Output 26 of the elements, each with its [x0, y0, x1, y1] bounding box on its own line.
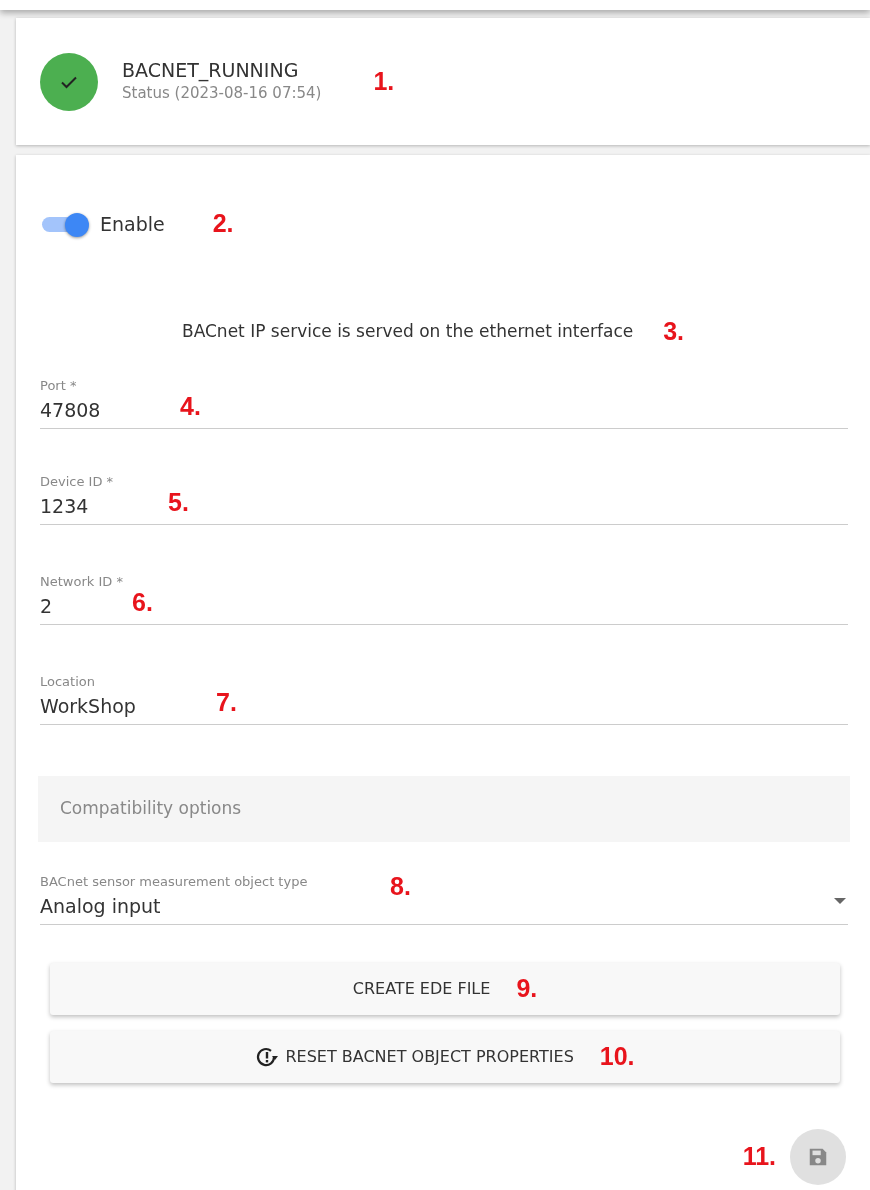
- annotation-number: 9.: [516, 973, 538, 1005]
- annotation-number: 2.: [212, 208, 234, 239]
- field-label: BACnet sensor measurement object type: [40, 873, 308, 891]
- annotation-number: 7.: [216, 688, 237, 716]
- caret-icon: [834, 898, 846, 904]
- reset-button[interactable]: RESET BACNET OBJECT PROPERTIES 10.: [50, 1031, 840, 1083]
- field-label: Port *: [40, 377, 78, 395]
- annotation-number: 8.: [390, 872, 411, 900]
- check-icon: [40, 52, 98, 111]
- annotation-number: 4.: [180, 392, 201, 420]
- annotation-number: 3.: [663, 315, 685, 347]
- reset-icon: [255, 1045, 280, 1069]
- field-label: Network ID *: [40, 573, 124, 591]
- field-label: Device ID *: [40, 473, 115, 491]
- status-subtitle: Status (2023-08-16 07:54): [122, 82, 322, 104]
- annotation-number: 5.: [168, 488, 189, 516]
- annotation-number: 10.: [599, 1041, 635, 1073]
- field-label: Location: [40, 673, 96, 691]
- annotation-number: 1.: [373, 65, 395, 97]
- annotation-number: 11.: [742, 1141, 776, 1173]
- save-icon: [807, 1146, 829, 1168]
- toggle-label: Enable: [100, 211, 165, 237]
- annotation-number: 6.: [132, 588, 153, 616]
- info-text: BACnet IP service is served on the ethernet interface: [182, 319, 634, 343]
- create-button[interactable]: CREATE EDE FILE 9.: [50, 963, 840, 1015]
- status-title: BACNET_RUNNING: [122, 58, 300, 82]
